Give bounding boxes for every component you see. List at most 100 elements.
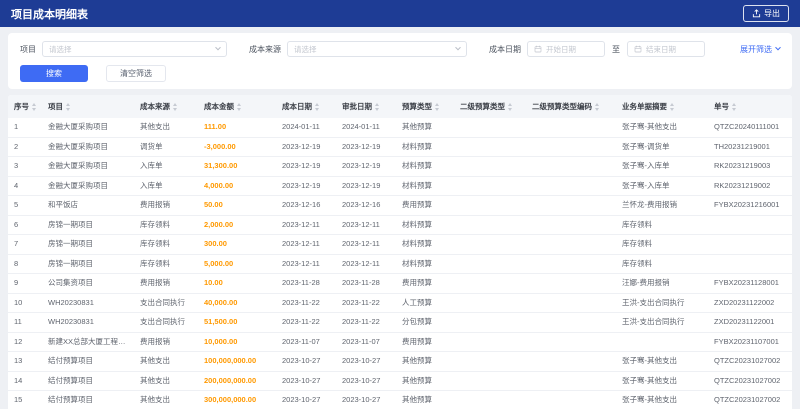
table-row: 13 结付预算项目 其他支出 100,000,000.00 2023-10-27 2023…	[8, 351, 792, 372]
sort-icon[interactable]	[315, 103, 319, 111]
cell-project: 新建XX总部大厦工程二期	[42, 332, 134, 352]
cell-doc_summary: 张子骞-其他支出	[616, 118, 708, 138]
cell-index: 5	[8, 195, 42, 216]
cell-sub_budget_type	[454, 312, 526, 333]
column-header-cost_date[interactable]: 成本日期	[276, 95, 336, 118]
cell-doc_no: QTZC20231027002	[708, 390, 792, 409]
cell-sub_budget_code	[526, 118, 616, 138]
project-filter-label: 项目	[20, 44, 36, 54]
column-header-approval_date[interactable]: 审批日期	[336, 95, 396, 118]
column-header-doc_summary[interactable]: 业务单据摘要	[616, 95, 708, 118]
sort-icon[interactable]	[435, 103, 439, 111]
sort-icon[interactable]	[237, 103, 241, 111]
cell-sub_budget_code	[526, 390, 616, 409]
cost-source-filter-label: 成本来源	[249, 44, 281, 54]
cell-project: 房锦一期项目	[42, 234, 134, 255]
cell-approval_date: 2023-12-11	[336, 254, 396, 274]
cell-budget_type: 材料预算	[396, 137, 454, 157]
cell-sub_budget_type	[454, 176, 526, 196]
table-body: 1 金融大厦采购项目 其他支出 111.00 2024-01-11 2024-01-11 其…	[8, 118, 792, 409]
column-header-sub_budget_code[interactable]: 二级预算类型编码	[526, 95, 616, 118]
cell-project: 结付预算项目	[42, 351, 134, 372]
cell-project: 房锦一期项目	[42, 254, 134, 274]
cell-budget_type: 材料预算	[396, 156, 454, 177]
table-row: 10 WH20230831 支出合同执行 40,000.00 2023-11-22 202…	[8, 293, 792, 313]
sort-icon[interactable]	[66, 103, 70, 111]
cell-sub_budget_code	[526, 137, 616, 157]
cell-sub_budget_type	[454, 254, 526, 274]
cell-budget_type: 其他预算	[396, 371, 454, 391]
cell-doc_no: RK20231219003	[708, 156, 792, 177]
cell-doc_summary: 张子骞-入库单	[616, 176, 708, 196]
cell-amount: -3,000.00	[198, 137, 276, 157]
filter-row: 项目 请选择 成本来源 请选择 成本日期 开始日期 至 结束日期 展开筛选	[20, 41, 781, 57]
cell-source: 其他支出	[134, 371, 198, 391]
search-button[interactable]: 搜索	[20, 65, 88, 82]
column-header-doc_no[interactable]: 单号	[708, 95, 792, 118]
sort-icon[interactable]	[375, 103, 379, 111]
cell-project: 金融大厦采购项目	[42, 176, 134, 196]
cell-budget_type: 费用预算	[396, 273, 454, 294]
table-header-row: 序号 项目 成本来源 成本金额 成本日期 审批日期 预算类型 二级预算类型 二级预算类型编码 业务…	[8, 95, 792, 118]
cell-source: 支出合同执行	[134, 312, 198, 333]
table-row: 7 房锦一期项目 库存领料 300.00 2023-12-11 2023-12-11 材料预…	[8, 234, 792, 255]
start-date-input[interactable]: 开始日期	[527, 41, 605, 57]
column-header-project[interactable]: 项目	[42, 95, 134, 118]
column-header-sub_budget_type[interactable]: 二级预算类型	[454, 95, 526, 118]
cell-sub_budget_code	[526, 176, 616, 196]
cell-index: 6	[8, 215, 42, 235]
cell-approval_date: 2023-12-19	[336, 176, 396, 196]
end-date-input[interactable]: 结束日期	[627, 41, 705, 57]
cell-project: 金融大厦采购项目	[42, 137, 134, 157]
cost-source-select[interactable]: 请选择	[287, 41, 467, 57]
cell-doc_no: QTZC20240111001	[708, 118, 792, 138]
cell-sub_budget_type	[454, 351, 526, 372]
cell-doc_summary: 王洪-支出合同执行	[616, 293, 708, 313]
column-label: 序号	[14, 102, 29, 111]
table-row: 11 WH20230831 支出合同执行 51,500.00 2023-11-22 202…	[8, 312, 792, 333]
filter-panel: 项目 请选择 成本来源 请选择 成本日期 开始日期 至 结束日期 展开筛选 搜索…	[8, 33, 792, 89]
cell-amount: 300,000,000.00	[198, 390, 276, 409]
cell-amount: 10,000.00	[198, 332, 276, 352]
cell-project: 公司集资项目	[42, 273, 134, 294]
cell-approval_date: 2023-12-19	[336, 156, 396, 177]
export-button[interactable]: 导出	[743, 5, 789, 22]
cell-sub_budget_type	[454, 156, 526, 177]
column-header-budget_type[interactable]: 预算类型	[396, 95, 454, 118]
cell-amount: 200,000,000.00	[198, 371, 276, 391]
cell-amount: 51,500.00	[198, 312, 276, 333]
cell-index: 7	[8, 234, 42, 255]
sort-icon[interactable]	[595, 103, 599, 111]
cell-doc_summary: 张子骞-调货单	[616, 137, 708, 157]
cell-cost_date: 2023-10-27	[276, 371, 336, 391]
cell-budget_type: 费用预算	[396, 332, 454, 352]
cell-sub_budget_type	[454, 293, 526, 313]
cell-sub_budget_type	[454, 215, 526, 235]
expand-filters-link[interactable]: 展开筛选	[740, 44, 781, 55]
cell-amount: 40,000.00	[198, 293, 276, 313]
table-row: 5 和平饭店 费用报销 50.00 2023-12-16 2023-12-16 费用预算 兰怀…	[8, 195, 792, 216]
table-row: 14 结付预算项目 其他支出 200,000,000.00 2023-10-27 2023…	[8, 371, 792, 391]
sort-icon[interactable]	[32, 103, 36, 111]
cell-amount: 4,000.00	[198, 176, 276, 196]
sort-icon[interactable]	[508, 103, 512, 111]
cell-cost_date: 2023-11-07	[276, 332, 336, 352]
sort-icon[interactable]	[670, 103, 674, 111]
column-label: 二级预算类型	[460, 102, 505, 111]
clear-filters-button[interactable]: 清空筛选	[106, 65, 166, 82]
sort-icon[interactable]	[173, 103, 177, 111]
table-card: 序号 项目 成本来源 成本金额 成本日期 审批日期 预算类型 二级预算类型 二级预算类型编码 业务…	[8, 95, 792, 409]
column-header-source[interactable]: 成本来源	[134, 95, 198, 118]
project-select[interactable]: 请选择	[42, 41, 227, 57]
cell-budget_type: 其他预算	[396, 390, 454, 409]
cell-sub_budget_type	[454, 234, 526, 255]
column-header-index[interactable]: 序号	[8, 95, 42, 118]
column-header-amount[interactable]: 成本金额	[198, 95, 276, 118]
cell-index: 12	[8, 332, 42, 352]
cell-cost_date: 2023-11-28	[276, 273, 336, 294]
cell-project: WH20230831	[42, 293, 134, 313]
cell-sub_budget_type	[454, 390, 526, 409]
cell-doc_summary: 库存领料	[616, 234, 708, 255]
cell-doc_summary: 张子骞-其他支出	[616, 351, 708, 372]
sort-icon[interactable]	[732, 103, 736, 111]
